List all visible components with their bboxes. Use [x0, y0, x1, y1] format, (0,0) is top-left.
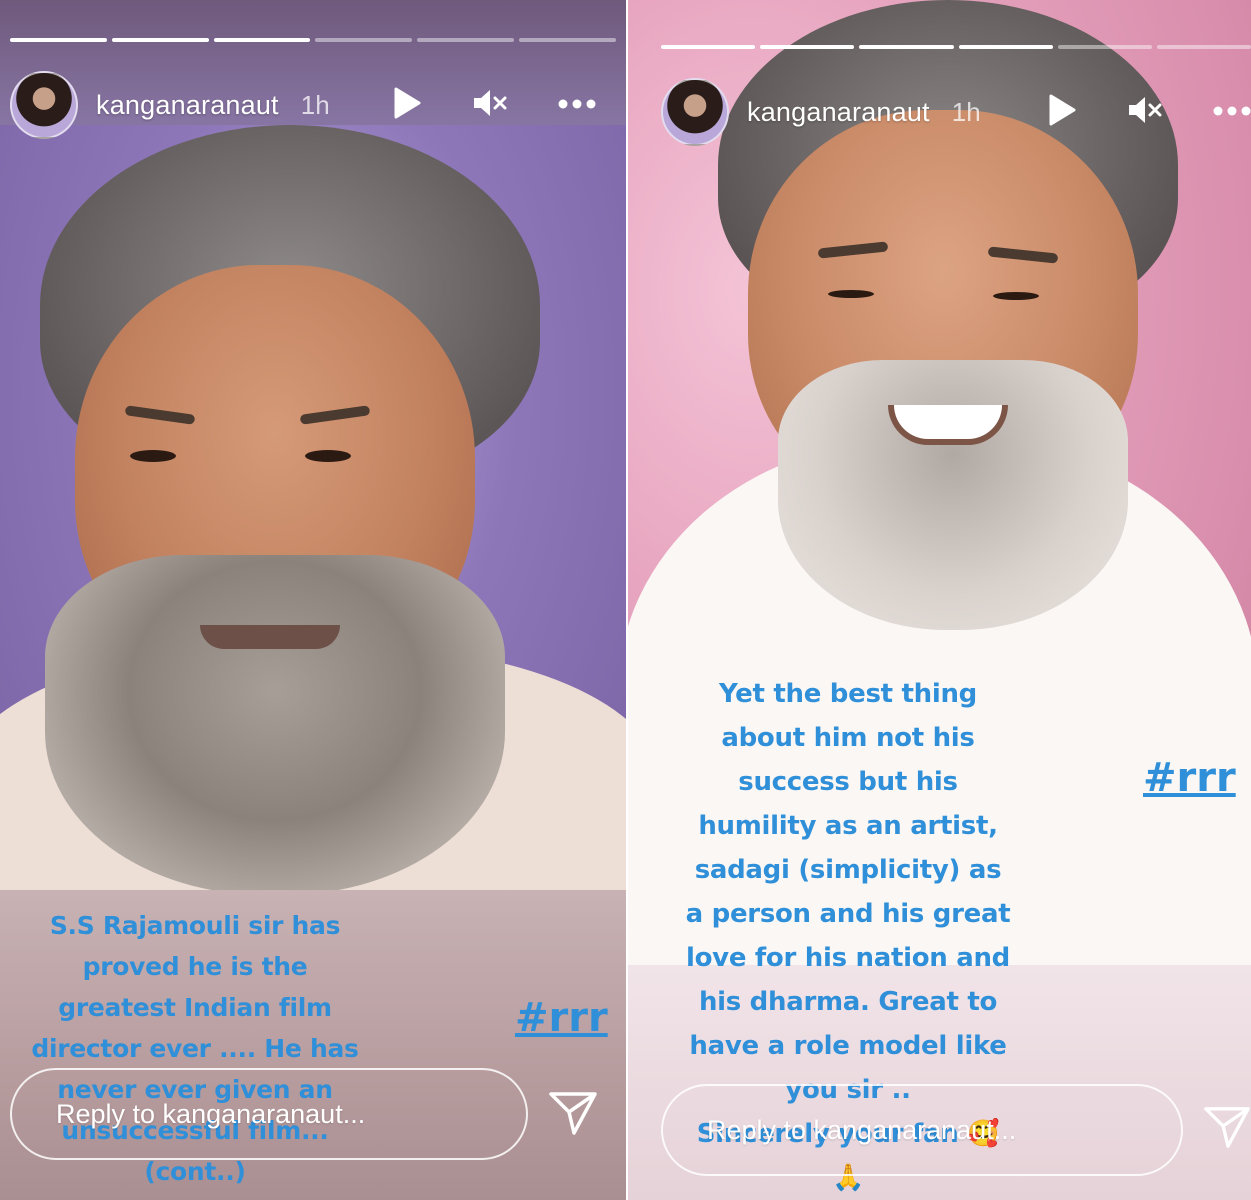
person-mouth — [200, 625, 340, 649]
reply-placeholder: Reply to kanganaranaut... — [56, 1098, 366, 1129]
avatar[interactable] — [661, 78, 729, 146]
caption-line: Yet the best thing — [719, 679, 977, 709]
caption-line: director ever .... He has — [31, 1034, 359, 1063]
person-eye — [305, 450, 351, 462]
story-photo — [0, 125, 626, 890]
caption-line: greatest Indian film — [58, 993, 332, 1022]
story-left: kanganaranaut 1h S.S Rajamouli sir has p… — [0, 0, 626, 1200]
send-icon[interactable] — [1203, 1104, 1251, 1155]
story-header: kanganaranaut 1h — [661, 77, 1251, 147]
caption-line: proved he is the — [82, 952, 308, 981]
post-time: 1h — [951, 96, 981, 127]
mute-icon[interactable] — [1127, 94, 1163, 131]
hashtag-link[interactable]: #rrr — [515, 995, 608, 1041]
username[interactable]: kanganaranaut — [96, 90, 279, 121]
story-header: kanganaranaut 1h — [10, 70, 616, 140]
caption-line: about him not his — [721, 723, 975, 753]
progress-segment — [661, 45, 756, 49]
progress-segment — [859, 45, 954, 49]
caption-line: love for his nation and — [686, 943, 1010, 973]
person-eye — [993, 292, 1039, 300]
progress-segment — [417, 38, 515, 42]
person-beard — [778, 360, 1128, 630]
progress-segment — [760, 45, 855, 49]
progress-segment — [1057, 45, 1152, 49]
story-right: kanganaranaut 1h Yet the best thing abou… — [627, 0, 1251, 1200]
caption-line: success but his — [738, 767, 958, 797]
caption-line: have a role model like — [689, 1031, 1007, 1061]
play-icon[interactable] — [1047, 93, 1077, 132]
caption-line: sadagi (simplicity) as — [694, 855, 1002, 885]
caption-line: a person and his great — [685, 899, 1011, 929]
progress-segment — [10, 38, 107, 42]
more-icon[interactable] — [1213, 103, 1251, 121]
progress-segment — [111, 38, 209, 42]
progress-segment — [213, 38, 311, 42]
more-icon[interactable] — [558, 96, 596, 114]
reply-placeholder: Reply to kanganaranaut... — [707, 1114, 1017, 1145]
send-icon[interactable] — [548, 1090, 598, 1141]
username[interactable]: kanganaranaut — [747, 97, 930, 128]
story-progress-bar — [661, 45, 1251, 49]
play-icon[interactable] — [392, 86, 422, 125]
hashtag-link[interactable]: #rrr — [1143, 755, 1236, 801]
caption-line: S.S Rajamouli sir has — [49, 911, 341, 940]
person-eye — [130, 450, 176, 462]
progress-segment — [1156, 45, 1251, 49]
progress-segment — [315, 38, 413, 42]
story-progress-bar — [10, 38, 616, 42]
mute-icon[interactable] — [472, 87, 508, 124]
person-beard — [45, 555, 505, 890]
progress-segment — [519, 38, 616, 42]
post-time: 1h — [300, 89, 330, 120]
avatar[interactable] — [10, 71, 78, 139]
caption-line: his dharma. Great to — [698, 987, 998, 1017]
reply-input[interactable]: Reply to kanganaranaut... — [10, 1068, 528, 1160]
caption-line: humility as an artist, — [698, 811, 998, 841]
person-eye — [828, 290, 874, 298]
progress-segment — [958, 45, 1053, 49]
reply-input[interactable]: Reply to kanganaranaut... — [661, 1084, 1183, 1176]
